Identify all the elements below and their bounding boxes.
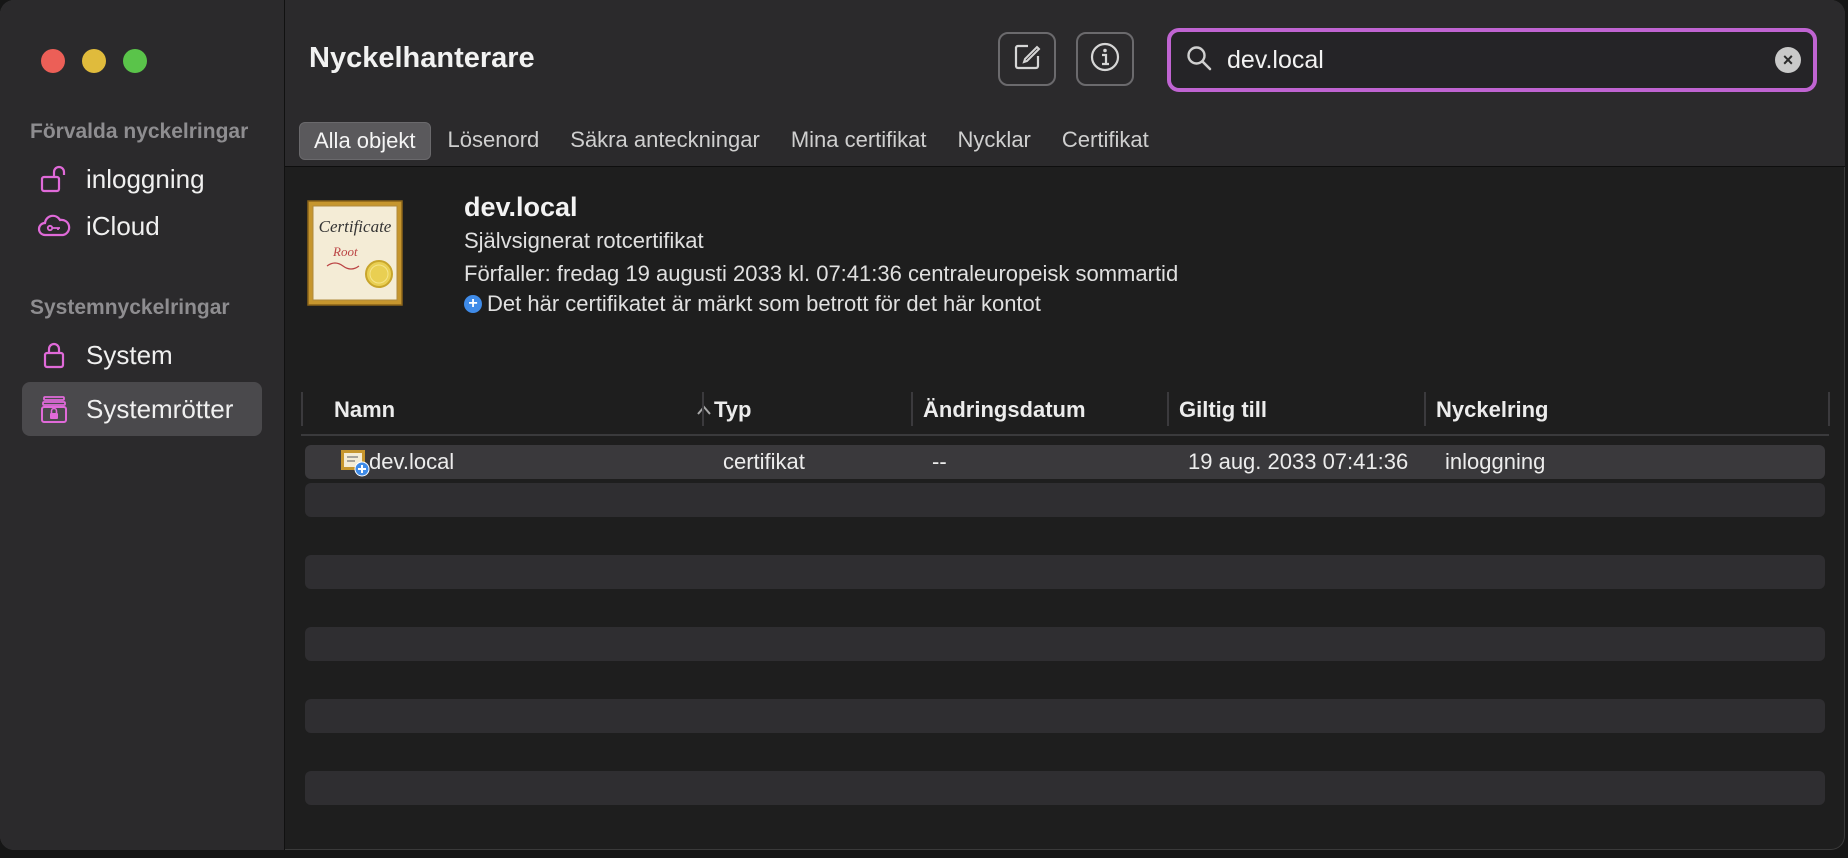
sidebar-item-label: inloggning xyxy=(86,163,205,194)
unlocked-padlock-icon xyxy=(36,161,72,197)
search-input[interactable] xyxy=(1225,44,1769,76)
sidebar-section-default-keychains: Förvalda nyckelringar xyxy=(30,120,249,143)
search-icon xyxy=(1185,44,1213,77)
locked-cabinet-icon xyxy=(36,391,72,427)
tab-certifikat[interactable]: Certifikat xyxy=(1048,122,1163,158)
column-header-namn[interactable]: Namn xyxy=(334,392,711,428)
column-header-andringsdatum[interactable]: Ändringsdatum xyxy=(923,392,1086,428)
column-separator xyxy=(1167,392,1169,426)
clear-search-icon[interactable]: × xyxy=(1775,47,1801,73)
search-field[interactable]: × xyxy=(1167,28,1817,92)
certificate-icon-subtitle: Root xyxy=(332,244,358,259)
sidebar-item-inloggning[interactable]: inloggning xyxy=(22,152,262,206)
sidebar-item-systemrotter[interactable]: Systemrötter xyxy=(22,382,262,436)
cell-type: certifikat xyxy=(723,449,805,474)
certificate-icon-title: Certificate xyxy=(319,217,392,236)
new-item-button[interactable] xyxy=(998,32,1056,86)
summary-kind: Självsignerat rotcertifikat xyxy=(464,228,704,253)
column-header-nyckelring[interactable]: Nyckelring xyxy=(1436,392,1549,428)
app-title: Nyckelhanterare xyxy=(309,42,535,74)
sidebar-item-label: System xyxy=(86,339,173,370)
sidebar-item-label: iCloud xyxy=(86,210,160,241)
cell-valid-until: 19 aug. 2033 07:41:36 xyxy=(1188,449,1409,474)
summary-name: dev.local xyxy=(464,192,578,222)
column-header-giltig-till[interactable]: Giltig till xyxy=(1179,392,1267,428)
column-separator xyxy=(1424,392,1426,426)
empty-row xyxy=(305,771,1825,805)
column-separator xyxy=(1828,392,1830,426)
column-separator xyxy=(702,392,704,426)
empty-row xyxy=(305,555,1825,589)
column-header-typ[interactable]: Typ xyxy=(714,392,751,428)
table-header: Namn Typ Ändringsdatum Giltig till Nycke… xyxy=(301,392,1830,436)
sidebar-section-system-keychains: Systemnyckelringar xyxy=(30,296,230,319)
info-icon xyxy=(1089,41,1121,78)
cell-modified: -- xyxy=(932,449,947,474)
certificate-icon: Certificate Root xyxy=(307,200,403,306)
cell-keychain: inloggning xyxy=(1445,449,1546,474)
cell-name: dev.local xyxy=(369,449,455,474)
tab-alla-objekt[interactable]: Alla objekt xyxy=(299,122,431,160)
column-header-label: Namn xyxy=(334,397,396,422)
sidebar-item-system[interactable]: System xyxy=(22,328,262,382)
summary-expires: Förfaller: fredag 19 augusti 2033 kl. 07… xyxy=(464,261,1179,286)
close-window-button[interactable] xyxy=(41,49,65,73)
empty-row xyxy=(305,483,1825,517)
main-pane: Nyckelhanterare × Alla objekt xyxy=(285,0,1845,850)
column-separator xyxy=(301,392,303,426)
empty-row xyxy=(305,699,1825,733)
info-button[interactable] xyxy=(1076,32,1134,86)
keychain-window: Förvalda nyckelringar inloggning iCloud … xyxy=(0,0,1845,850)
zoom-window-button[interactable] xyxy=(123,49,147,73)
sidebar-item-icloud[interactable]: iCloud xyxy=(22,199,262,253)
summary-trust: + Det här certifikatet är märkt som betr… xyxy=(464,291,1041,317)
icloud-key-icon xyxy=(36,208,72,244)
window-controls xyxy=(41,49,147,73)
tab-nycklar[interactable]: Nycklar xyxy=(944,122,1045,158)
category-tabs: Alla objekt Lösenord Säkra anteckningar … xyxy=(299,122,1166,160)
toolbar: Nyckelhanterare × Alla objekt xyxy=(285,0,1845,167)
certificate-plus-icon xyxy=(340,447,370,477)
tab-sakra-anteckningar[interactable]: Säkra anteckningar xyxy=(556,122,774,158)
trusted-plus-icon: + xyxy=(464,295,482,313)
compose-icon xyxy=(1011,41,1043,78)
tab-losenord[interactable]: Lösenord xyxy=(434,122,554,158)
sidebar: Förvalda nyckelringar inloggning iCloud … xyxy=(0,0,285,850)
sidebar-item-label: Systemrötter xyxy=(86,393,234,424)
minimize-window-button[interactable] xyxy=(82,49,106,73)
summary-trust-text: Det här certifikatet är märkt som betrot… xyxy=(487,291,1041,316)
padlock-icon xyxy=(36,337,72,373)
sort-ascending-icon xyxy=(696,392,712,439)
empty-row xyxy=(305,627,1825,661)
tab-mina-certifikat[interactable]: Mina certifikat xyxy=(777,122,941,158)
table-row[interactable]: dev.local certifikat -- 19 aug. 2033 07:… xyxy=(305,445,1825,479)
column-separator xyxy=(911,392,913,426)
